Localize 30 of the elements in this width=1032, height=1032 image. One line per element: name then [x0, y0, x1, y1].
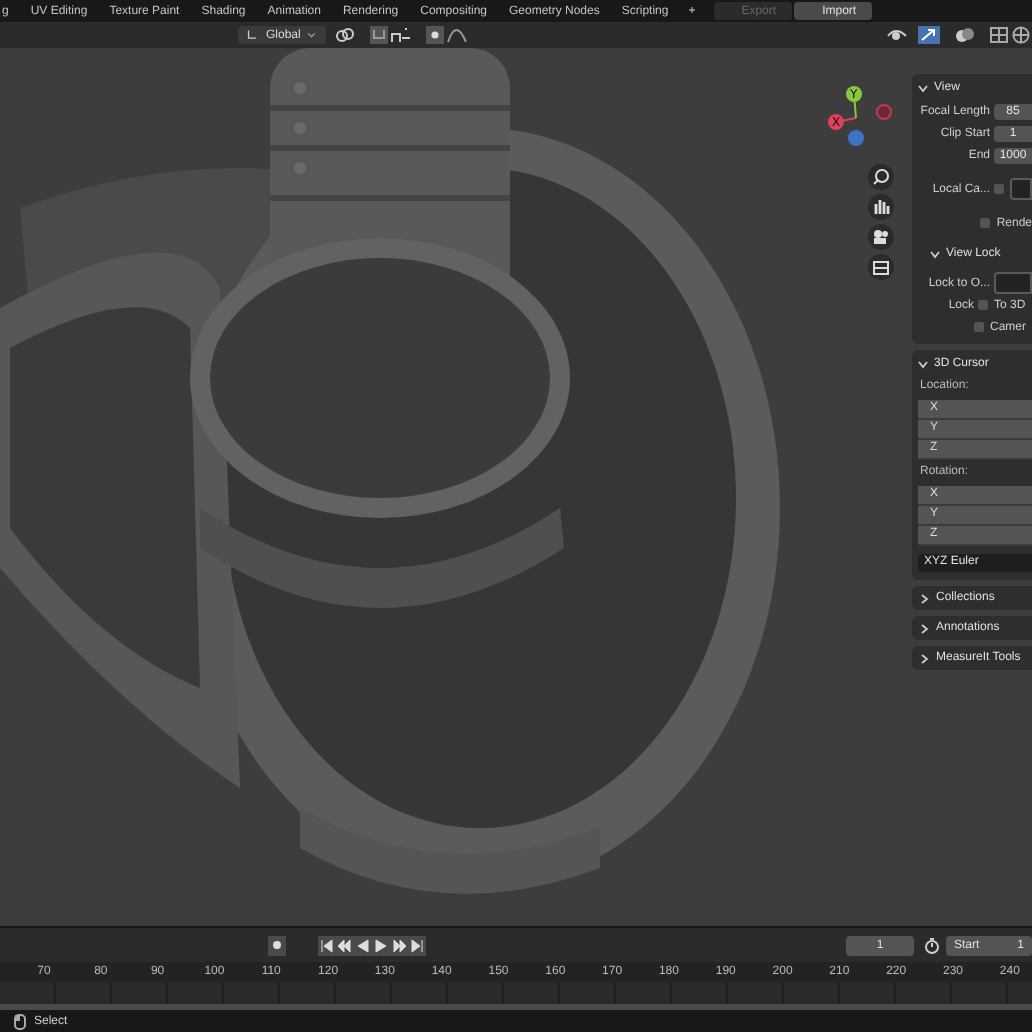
grid-icon[interactable]: [868, 254, 894, 280]
overlay-icon[interactable]: [954, 26, 976, 44]
mouse-icon: [14, 1013, 26, 1029]
chevron-icon: [930, 249, 940, 259]
link-icon[interactable]: [334, 26, 357, 44]
checkbox[interactable]: [978, 300, 988, 310]
checkbox[interactable]: [974, 322, 984, 332]
checkbox[interactable]: [994, 184, 1004, 194]
magnet-icon[interactable]: [368, 26, 391, 44]
playback-button[interactable]: [408, 935, 426, 955]
object-picker-field[interactable]: [994, 272, 1032, 294]
camera-picker-field[interactable]: [1010, 178, 1032, 200]
camera-icon[interactable]: [868, 224, 894, 250]
stopwatch-icon[interactable]: [924, 937, 940, 953]
visibility-icon[interactable]: [886, 26, 908, 44]
playback-button[interactable]: [318, 935, 336, 955]
chevron-icon: [920, 623, 930, 633]
zoom-icon[interactable]: [868, 164, 894, 190]
chevron-icon: [920, 653, 930, 663]
chevron-icon: [918, 359, 928, 369]
dot-icon: [272, 940, 282, 950]
chevron-icon: [918, 83, 928, 93]
record-button[interactable]: [268, 935, 286, 955]
gizmo-toggle-icon[interactable]: [918, 26, 940, 44]
checkbox[interactable]: [980, 218, 991, 228]
axes-icon: [246, 26, 260, 44]
falloff-curve-icon[interactable]: [446, 26, 469, 44]
chevron-icon: [920, 593, 930, 603]
snap-grid-icon[interactable]: [390, 26, 413, 44]
proportional-edit-icon[interactable]: [424, 26, 447, 44]
